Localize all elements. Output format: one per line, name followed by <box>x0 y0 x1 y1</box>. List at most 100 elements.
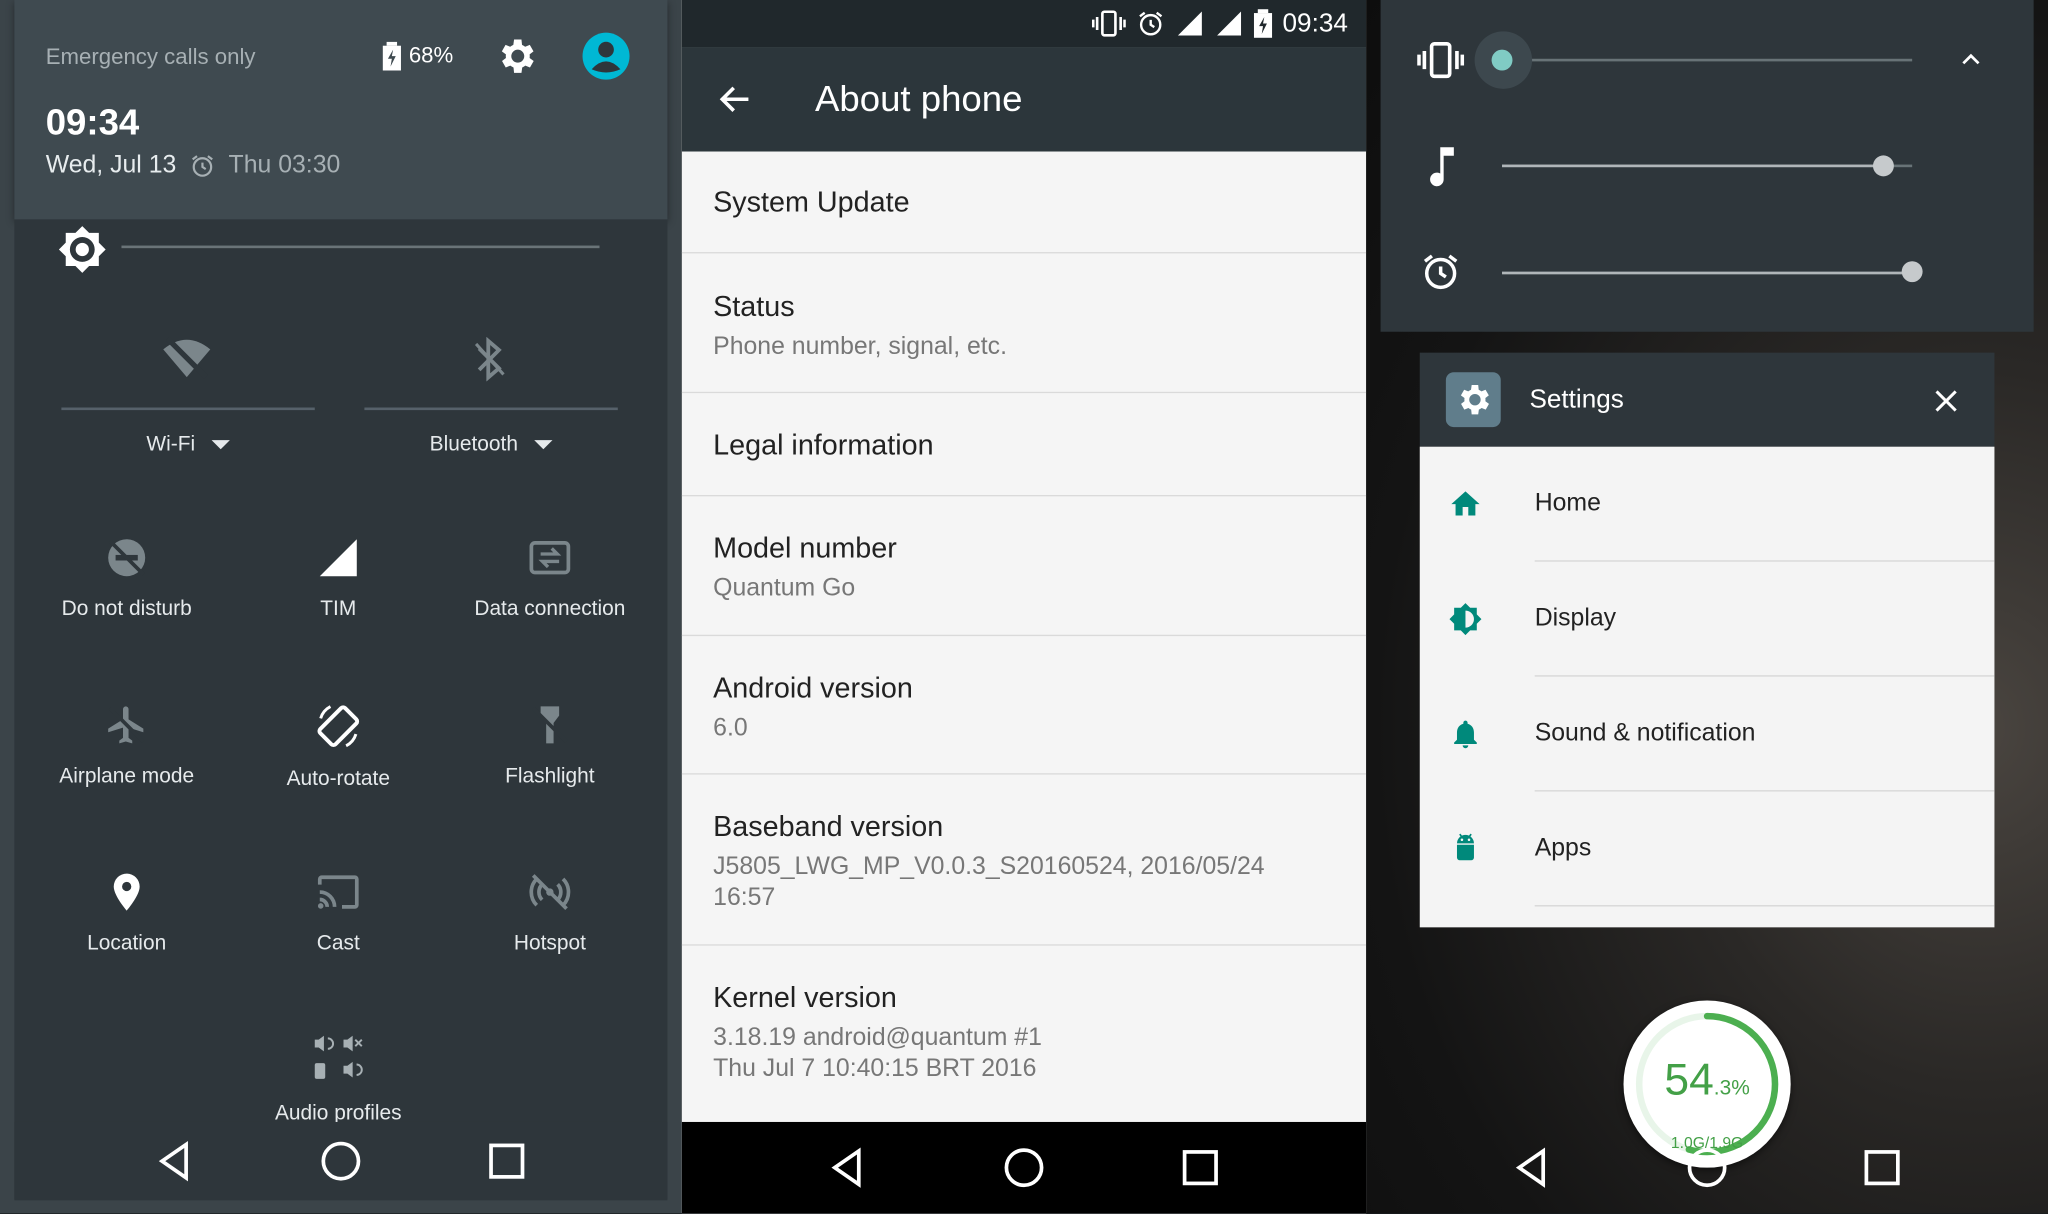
carrier-tile-label: TIM <box>320 598 357 621</box>
wifi-divider <box>61 407 315 411</box>
flashlight-label: Flashlight <box>505 765 595 788</box>
divider <box>1534 905 1995 907</box>
recents-icon[interactable] <box>1178 1145 1222 1189</box>
list-item[interactable]: Legal information <box>681 393 1367 497</box>
tile-bluetooth[interactable] <box>385 336 594 400</box>
item-title: Legal information <box>713 428 934 462</box>
bluetooth-dropdown[interactable]: Bluetooth <box>364 434 617 458</box>
battery-indicator[interactable]: 68% <box>382 41 454 71</box>
settings-app-icon <box>1445 372 1501 428</box>
navigation-bar <box>14 1121 668 1201</box>
wifi-dropdown[interactable]: Wi-Fi <box>61 434 314 458</box>
user-avatar-icon[interactable] <box>581 31 631 81</box>
location-label: Location <box>87 932 167 955</box>
item-title: Baseband version <box>713 809 944 843</box>
data-connection-icon <box>529 541 571 575</box>
item-subtitle: J5805_LWG_MP_V0.0.3_S20160524, 2016/05/2… <box>713 852 1265 912</box>
bluetooth-label: Bluetooth <box>429 433 518 456</box>
media-volume-thumb[interactable] <box>1872 155 1894 177</box>
display-brightness-icon <box>1449 603 1482 636</box>
item-subtitle: 3.18.19 android@quantum #1 Thu Jul 7 10:… <box>713 1023 1042 1083</box>
quick-settings-panel: Emergency calls only 68% 09:34 Wed, Jul … <box>0 0 682 1214</box>
back-icon[interactable] <box>153 1139 197 1183</box>
vibrate-icon[interactable] <box>1417 39 1465 81</box>
item-label: Apps <box>1534 834 1592 863</box>
brightness-slider[interactable] <box>121 245 600 249</box>
android-icon <box>1456 833 1474 861</box>
carrier-label: Emergency calls only <box>45 44 256 70</box>
tile-hotspot[interactable]: Hotspot <box>445 870 654 956</box>
ring-volume-thumb[interactable] <box>1491 49 1513 71</box>
recents-app-title: Settings <box>1529 384 1624 414</box>
data-label: Data connection <box>474 598 626 621</box>
back-icon[interactable] <box>826 1145 870 1189</box>
recents-icon[interactable] <box>1860 1145 1904 1189</box>
settings-item-sound[interactable]: Sound & notification <box>1420 677 1995 792</box>
item-title: Android version <box>713 671 913 704</box>
brightness-icon[interactable] <box>57 225 107 275</box>
battery-percent: 68% <box>408 43 454 68</box>
tile-data[interactable]: Data connection <box>445 536 654 622</box>
tile-autorotate[interactable]: Auto-rotate <box>234 703 443 792</box>
settings-item-display[interactable]: Display <box>1420 562 1995 677</box>
gear-icon[interactable] <box>494 34 538 78</box>
ring-volume-slider[interactable] <box>1502 58 1913 62</box>
tile-carrier[interactable]: TIM <box>234 536 443 622</box>
wifi-off-icon <box>163 336 211 380</box>
cast-icon <box>317 875 359 909</box>
dnd-label: Do not disturb <box>61 598 192 621</box>
tile-cast[interactable]: Cast <box>234 870 443 956</box>
chevron-up-icon[interactable] <box>1958 47 1984 73</box>
tile-audio-profiles[interactable]: Audio profiles <box>234 1032 443 1126</box>
settings-item-apps[interactable]: Apps <box>1420 792 1995 907</box>
auto-rotate-icon <box>317 705 360 748</box>
list-item[interactable]: Android version 6.0 <box>681 636 1367 775</box>
tile-location[interactable]: Location <box>22 870 231 956</box>
recents-icon[interactable] <box>484 1139 528 1183</box>
bluetooth-off-icon <box>474 336 505 382</box>
recents-card-settings[interactable]: Settings Home Display Sound & notificati… <box>1419 352 1995 928</box>
alarm-icon[interactable] <box>1420 251 1462 293</box>
item-label: Sound & notification <box>1534 719 1756 748</box>
back-icon[interactable] <box>1510 1145 1554 1189</box>
music-note-icon[interactable] <box>1425 144 1459 188</box>
item-title: Status <box>713 289 795 323</box>
signal-icon-2 <box>1217 11 1241 36</box>
home-icon[interactable] <box>319 1139 363 1183</box>
media-volume-fill <box>1502 164 1884 168</box>
wifi-label: Wi-Fi <box>146 433 196 456</box>
settings-item-home[interactable]: Home <box>1420 447 1995 562</box>
date-label: Wed, Jul 13 <box>45 151 177 179</box>
home-icon <box>1451 491 1480 516</box>
about-phone-screen: 09:34 About phone System Update Status P… <box>681 0 1367 1214</box>
tile-airplane[interactable]: Airplane mode <box>22 703 231 789</box>
close-icon[interactable] <box>1932 387 1961 416</box>
list-item[interactable]: Baseband version J5805_LWG_MP_V0.0.3_S20… <box>681 775 1367 946</box>
list-item[interactable]: System Update <box>681 152 1367 254</box>
date-row: Wed, Jul 13 Thu 03:30 <box>46 152 341 181</box>
home-icon[interactable] <box>1685 1145 1729 1189</box>
home-icon[interactable] <box>1002 1145 1046 1189</box>
audio-profiles-icon <box>314 1035 363 1079</box>
navigation-bar <box>681 1121 1367 1214</box>
signal-icon <box>1177 11 1202 36</box>
bell-icon <box>1454 720 1477 749</box>
airplane-label: Airplane mode <box>59 765 195 788</box>
autorotate-label: Auto-rotate <box>286 767 390 791</box>
battery-icon <box>1253 9 1273 38</box>
qs-tiles-area: Wi-Fi Bluetooth Do not disturb TIM Data … <box>14 219 668 1200</box>
tile-wifi[interactable] <box>82 334 291 399</box>
tile-dnd[interactable]: Do not disturb <box>22 536 231 622</box>
chevron-down-icon <box>534 440 553 450</box>
tile-flashlight[interactable]: Flashlight <box>445 703 654 789</box>
item-title: System Update <box>713 185 910 219</box>
back-arrow-icon[interactable] <box>716 80 755 119</box>
item-subtitle: Phone number, signal, etc. <box>713 333 1007 361</box>
item-title: Kernel version <box>713 980 897 1014</box>
hotspot-off-icon <box>529 874 571 911</box>
do-not-disturb-icon <box>108 539 146 577</box>
list-item[interactable]: Model number Quantum Go <box>681 496 1367 637</box>
alarm-volume-thumb[interactable] <box>1901 261 1923 283</box>
list-item[interactable]: Status Phone number, signal, etc. <box>681 253 1367 394</box>
status-bar: 09:34 <box>681 0 1367 48</box>
